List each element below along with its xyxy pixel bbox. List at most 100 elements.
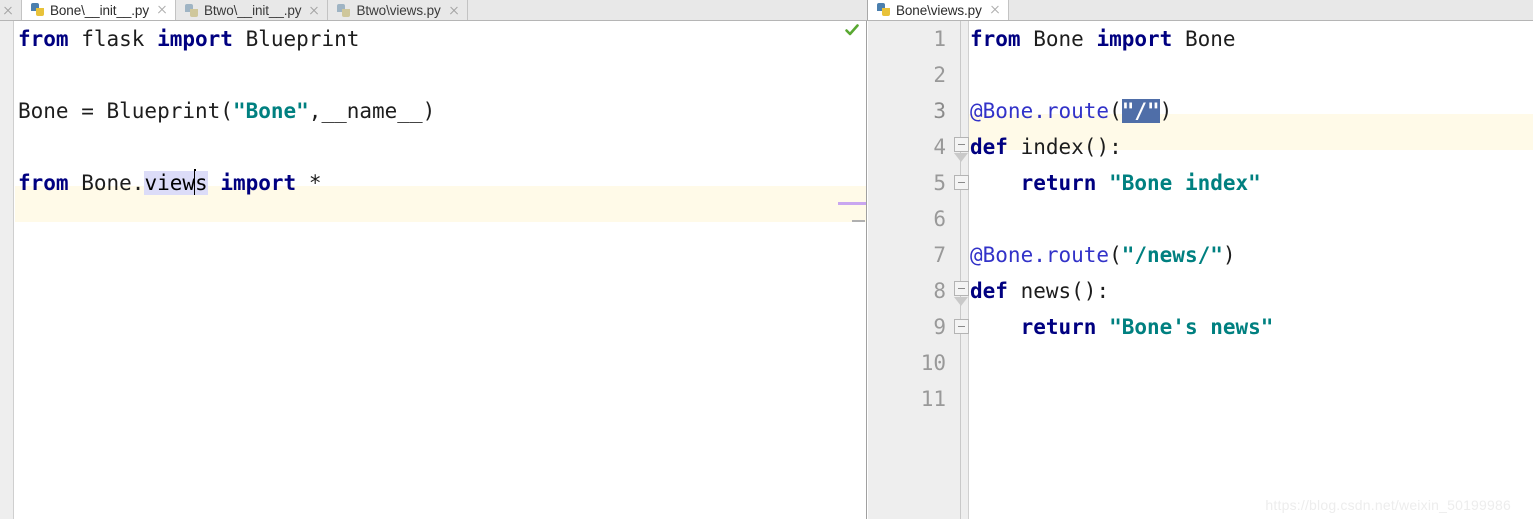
code-token-str: "/news/": [1121, 243, 1223, 267]
code-token-pln: *: [296, 171, 322, 195]
code-token-str: "Bone": [232, 99, 309, 123]
code-token-kw: from: [970, 27, 1021, 51]
code-line[interactable]: from Bone.views import *: [18, 165, 866, 201]
code-token-kw: import: [157, 27, 233, 51]
green-checkmark-icon[interactable]: [844, 22, 860, 38]
code-token-kw: import: [1096, 27, 1173, 51]
code-token-pln: Bone.: [68, 171, 145, 195]
editor-tab-label: Btwo\views.py: [356, 3, 441, 18]
left-editor-tab-bar: Bone\__init__.py Btwo\__init__.py Btwo\vie…: [0, 0, 867, 21]
editor-tab-label: Bone\__init__.py: [50, 2, 149, 18]
code-token-pln: ,__name__): [308, 99, 436, 123]
code-fold-collapse-icon[interactable]: [954, 137, 969, 152]
code-token-idhl: s: [195, 171, 208, 195]
code-line[interactable]: def index():: [970, 129, 1533, 165]
code-token-pln: Bone: [1020, 27, 1097, 51]
code-token-kw: return: [1020, 171, 1097, 195]
code-line[interactable]: return "Bone's news": [970, 309, 1533, 345]
code-token-pln: [970, 171, 1021, 195]
line-number: 3: [933, 99, 946, 123]
line-number: 1: [933, 27, 946, 51]
code-line[interactable]: [18, 129, 866, 165]
code-token-kw: import: [220, 171, 297, 195]
close-icon[interactable]: [308, 5, 320, 17]
line-number: 4: [933, 135, 946, 159]
code-token-str: "Bone index": [1109, 171, 1261, 195]
code-line[interactable]: from flask import Blueprint: [18, 21, 866, 57]
editor-tab-label: Btwo\__init__.py: [203, 3, 302, 18]
right-editor-tab-bar: Bone\views.py: [867, 0, 1533, 21]
code-token-kw: return: [1020, 315, 1097, 339]
code-line[interactable]: [970, 201, 1533, 237]
code-token-kw: def: [970, 135, 1008, 159]
line-number: 10: [920, 351, 946, 375]
editor-tab[interactable]: Btwo\__init__.py: [175, 0, 329, 20]
code-token-pln: flask: [68, 27, 158, 51]
line-number: 2: [933, 63, 946, 87]
code-line[interactable]: return "Bone index": [970, 165, 1533, 201]
code-fold-end-icon[interactable]: [954, 175, 969, 190]
left-code-area[interactable]: from flask import Blueprint Bone = Bluepr…: [18, 21, 866, 519]
code-token-idhl: view: [144, 171, 196, 195]
ide-editor-window: Bone\__init__.py Btwo\__init__.py Btwo\vie…: [0, 0, 1533, 519]
left-line-end-marker: [838, 202, 866, 205]
editor-tab[interactable]: Bone\views.py: [868, 0, 1009, 20]
code-token-str: "Bone's news": [1109, 315, 1274, 339]
line-number: 7: [933, 243, 946, 267]
editor-tab[interactable]: Bone\__init__.py: [22, 0, 176, 20]
line-number: 8: [933, 279, 946, 303]
code-line[interactable]: from Bone import Bone: [970, 21, 1533, 57]
right-code-area[interactable]: from Bone import Bone @Bone.route("/") def…: [970, 21, 1533, 519]
code-line[interactable]: @Bone.route("/"): [970, 93, 1533, 129]
code-token-dec: @Bone.route: [970, 99, 1110, 123]
code-token-pln: [208, 171, 221, 195]
code-line[interactable]: [970, 381, 1533, 417]
code-token-kw: from: [18, 171, 69, 195]
code-token-pln: [970, 315, 1021, 339]
left-line-end-marker-secondary: [852, 220, 865, 222]
left-editor-gutter[interactable]: [0, 21, 14, 519]
code-line[interactable]: Bone = Blueprint("Bone",__name__): [18, 93, 866, 129]
fold-rail: [960, 21, 961, 519]
code-token-dec: @Bone.route: [970, 243, 1110, 267]
python-file-icon: [877, 3, 891, 17]
code-token-pln: Blueprint: [232, 27, 360, 51]
code-fold-region-arrow-icon: [954, 153, 969, 163]
code-token-pln: index():: [1007, 135, 1122, 159]
python-file-icon: [31, 3, 45, 17]
editor-tab-label: Bone\views.py: [896, 2, 982, 18]
editor-tab[interactable]: Btwo\views.py: [328, 0, 468, 20]
close-icon[interactable]: [448, 5, 460, 17]
right-editor-pane[interactable]: 1 2 3 4 5 6 7 8 9 10 11 from Bone import Bone @Bone…: [868, 21, 1533, 519]
python-file-icon: [337, 3, 351, 18]
code-token-pln: [1096, 315, 1109, 339]
code-line[interactable]: @Bone.route("/news/"): [970, 237, 1533, 273]
left-editor-pane[interactable]: from flask import Blueprint Bone = Bluepr…: [0, 21, 867, 519]
code-line[interactable]: def news():: [970, 273, 1533, 309]
code-token-pln: ): [1222, 243, 1236, 267]
code-token-pln: news():: [1007, 279, 1110, 303]
code-fold-collapse-icon[interactable]: [954, 281, 969, 296]
code-token-sel: "/": [1121, 99, 1160, 123]
line-number: 6: [933, 207, 946, 231]
code-fold-end-icon[interactable]: [954, 319, 969, 334]
line-number: 5: [933, 171, 946, 195]
code-token-kw: def: [970, 279, 1008, 303]
python-file-icon: [184, 3, 199, 18]
close-icon[interactable]: [2, 5, 14, 17]
code-token-kw: from: [18, 27, 69, 51]
line-number: 11: [920, 387, 946, 411]
line-number: 9: [933, 315, 946, 339]
watermark: https://blog.csdn.net/weixin_50199986: [1265, 497, 1511, 513]
code-line[interactable]: [970, 345, 1533, 381]
code-line[interactable]: [18, 57, 866, 93]
code-token-pln: Bone = Blueprint(: [18, 99, 233, 123]
code-token-pln: ): [1159, 99, 1173, 123]
code-token-pln: (: [1109, 99, 1122, 123]
code-line[interactable]: [970, 57, 1533, 93]
code-fold-region-arrow-icon: [954, 297, 969, 307]
close-icon[interactable]: [156, 4, 168, 16]
editor-tab[interactable]: [0, 0, 22, 20]
close-icon[interactable]: [989, 4, 1001, 16]
code-token-pln: [1096, 171, 1109, 195]
